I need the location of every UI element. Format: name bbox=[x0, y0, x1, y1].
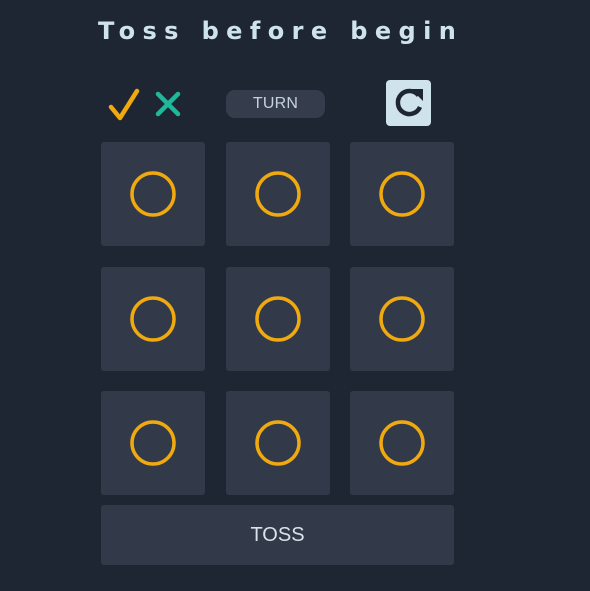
board-cell[interactable] bbox=[225, 391, 330, 495]
toss-button[interactable]: TOSS bbox=[101, 505, 454, 565]
game-board bbox=[101, 142, 454, 495]
turn-indicator: TURN bbox=[226, 90, 325, 118]
o-mark-icon bbox=[130, 420, 176, 466]
board-cell[interactable] bbox=[101, 266, 205, 371]
o-mark-icon bbox=[379, 420, 425, 466]
o-mark-icon bbox=[379, 171, 425, 217]
x-icon bbox=[155, 91, 181, 117]
o-mark-icon bbox=[130, 171, 176, 217]
check-icon bbox=[108, 88, 140, 121]
o-mark-icon bbox=[379, 295, 425, 342]
o-mark-icon bbox=[130, 295, 176, 342]
reset-button[interactable] bbox=[386, 80, 431, 126]
board-cell[interactable] bbox=[350, 142, 454, 246]
board-cell[interactable] bbox=[350, 266, 454, 371]
o-mark-icon bbox=[254, 420, 301, 466]
board-cell[interactable] bbox=[225, 266, 330, 371]
board-cell[interactable] bbox=[225, 142, 330, 246]
board-cell[interactable] bbox=[350, 391, 454, 495]
board-cell[interactable] bbox=[101, 142, 205, 246]
o-mark-icon bbox=[254, 295, 301, 342]
board-cell[interactable] bbox=[101, 391, 205, 495]
o-mark-icon bbox=[254, 171, 301, 217]
page-title: Toss before begin bbox=[98, 17, 464, 45]
reset-icon bbox=[395, 88, 423, 117]
